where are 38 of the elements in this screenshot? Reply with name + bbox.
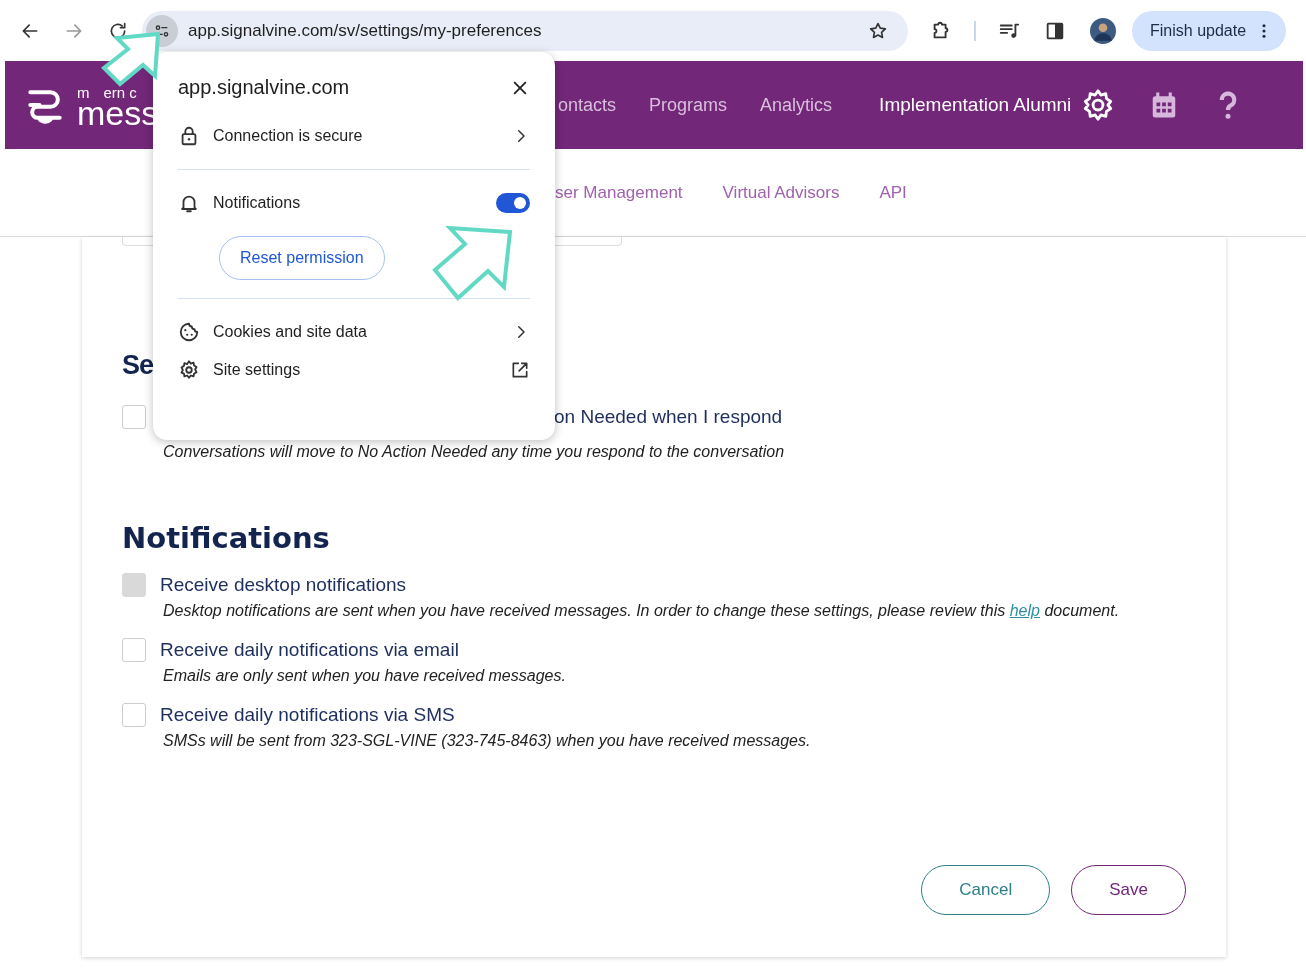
subnav-link[interactable]: ser Management — [555, 182, 683, 203]
popup-row[interactable]: Notifications — [178, 188, 530, 218]
option-description: Desktop notifications are sent when you have received messages. In order to change these settings, please review this help document. — [163, 602, 1121, 620]
option-description: Emails are only sent when you have received messages. — [163, 667, 567, 685]
cookie-icon — [178, 321, 200, 343]
subnav-link[interactable]: API — [879, 182, 907, 203]
checkbox[interactable] — [122, 638, 146, 662]
option-label: Receive desktop notifications — [160, 574, 407, 596]
url-text: app.signalvine.com/sv/settings/my-preferences — [188, 20, 543, 41]
gear-icon — [178, 359, 200, 381]
option-label: Receive daily notifications via email — [160, 639, 459, 661]
star-icon[interactable] — [868, 20, 888, 41]
option-description: Conversations will move to No Action Needed any time you respond to the conversation — [163, 443, 786, 461]
toggle-switch[interactable] — [496, 193, 530, 213]
address-bar[interactable]: app.signalvine.com/sv/settings/my-preferences — [142, 10, 908, 51]
option-label: Receive daily notifications via SMS — [160, 704, 455, 726]
nav-link[interactable]: Programs — [649, 94, 728, 116]
subnav-link[interactable]: Virtual Advisors — [722, 182, 840, 203]
section-heading: Se — [122, 350, 154, 381]
option-label: on Needed when I respond — [554, 406, 783, 428]
avatar-icon[interactable] — [1090, 17, 1116, 44]
save-button[interactable]: Save — [1071, 865, 1186, 915]
logo-tagline: ern c — [103, 84, 137, 100]
account-name[interactable]: Implementation Alumni — [879, 94, 1072, 116]
cancel-button[interactable]: Cancel — [921, 865, 1051, 915]
section-heading: Notifications — [122, 521, 331, 555]
reset-permission-button[interactable]: Reset permission — [219, 236, 385, 280]
option-description: SMSs will be sent from 323-SGL-VINE (323-745-8463) when you have received messages. — [163, 732, 812, 750]
popup-row[interactable]: Connection is secure — [178, 121, 530, 151]
popup-row[interactable]: Site settings — [178, 355, 530, 385]
nav-link[interactable]: Analytics — [760, 94, 833, 116]
popup-row[interactable]: Cookies and site data — [178, 317, 530, 347]
external-link-icon — [510, 360, 530, 380]
nav-link[interactable]: ontacts — [558, 94, 617, 116]
checkbox[interactable] — [122, 703, 146, 727]
update-button[interactable]: Finish update — [1132, 10, 1287, 51]
site-domain: app.signalvine.com — [178, 76, 350, 99]
checkbox[interactable] — [122, 405, 146, 429]
